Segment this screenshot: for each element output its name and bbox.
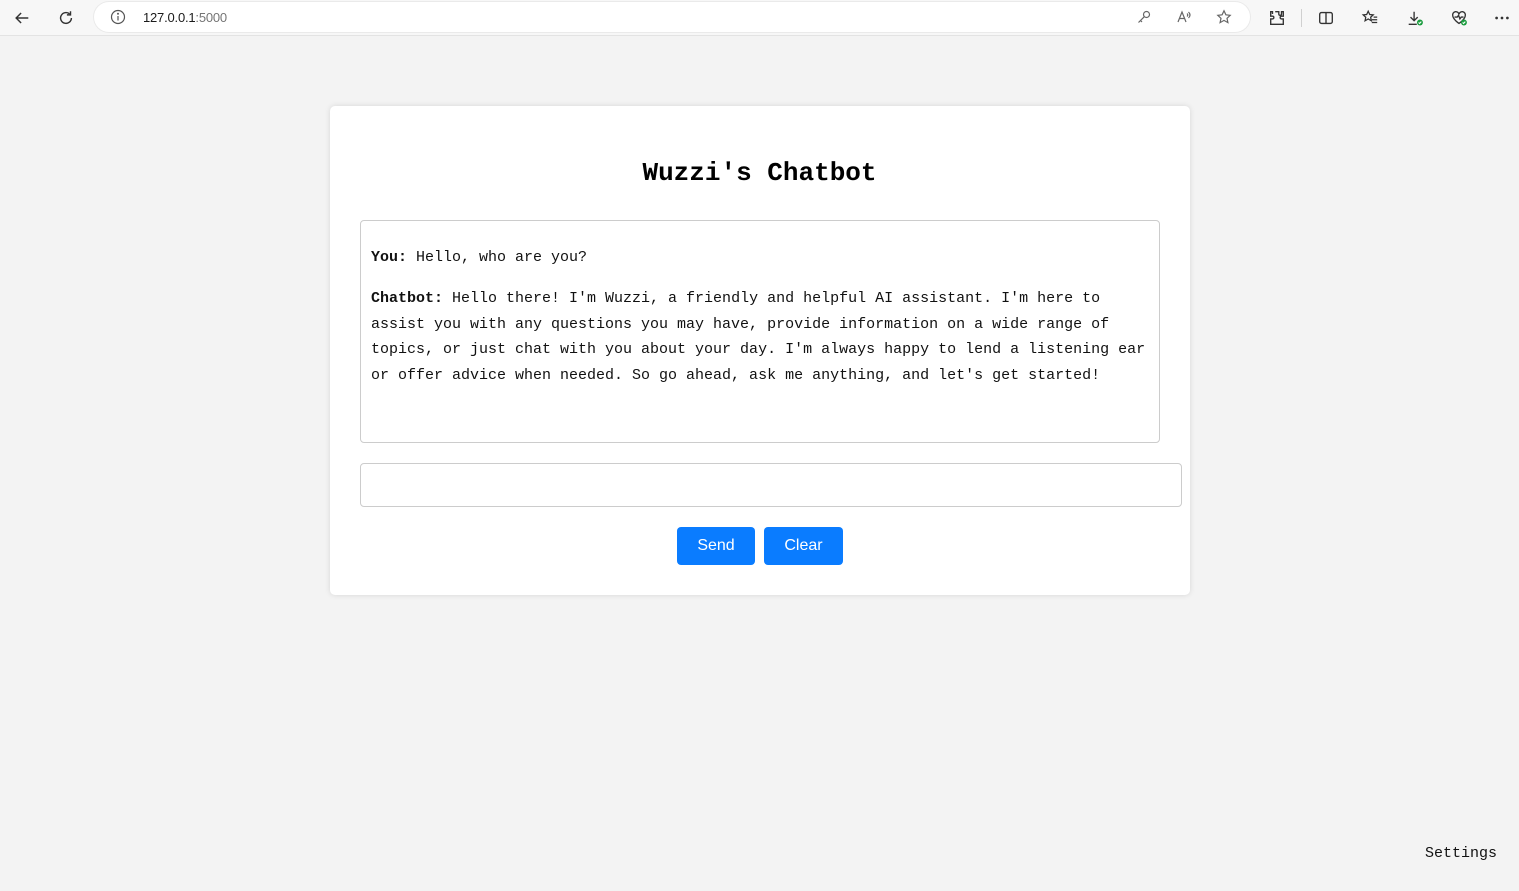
refresh-icon[interactable] xyxy=(54,6,78,30)
toolbar-divider xyxy=(1301,9,1302,27)
message-text: Hello there! I'm Wuzzi, a friendly and h… xyxy=(371,289,1146,385)
more-options-icon[interactable] xyxy=(1490,6,1514,30)
message-sender: You: xyxy=(371,249,408,266)
address-bar[interactable]: 127.0.0.1:5000 xyxy=(94,2,1250,32)
page-title: Wuzzi's Chatbot xyxy=(642,158,877,188)
url-text[interactable]: 127.0.0.1:5000 xyxy=(143,10,227,25)
read-aloud-icon[interactable] xyxy=(1174,7,1194,27)
browser-toolbar: 127.0.0.1:5000 xyxy=(0,0,1519,36)
chat-message-bot: Chatbot: Hello there! I'm Wuzzi, a frien… xyxy=(371,286,1149,389)
browser-essentials-icon[interactable] xyxy=(1447,6,1471,30)
site-info-icon[interactable] xyxy=(110,9,126,25)
send-button[interactable]: Send xyxy=(677,527,755,565)
message-text: Hello, who are you? xyxy=(407,249,588,266)
downloads-icon[interactable] xyxy=(1403,6,1427,30)
settings-link[interactable]: Settings xyxy=(1425,845,1497,862)
favorite-star-icon[interactable] xyxy=(1214,7,1234,27)
message-input[interactable] xyxy=(360,463,1182,507)
favorites-icon[interactable] xyxy=(1358,6,1382,30)
back-arrow-icon[interactable] xyxy=(10,6,34,30)
url-host: 127.0.0.1 xyxy=(143,10,196,25)
clear-button[interactable]: Clear xyxy=(764,527,843,565)
extensions-icon[interactable] xyxy=(1265,6,1289,30)
chat-log: You: Hello, who are you? Chatbot: Hello … xyxy=(360,220,1160,443)
url-port: :5000 xyxy=(195,10,227,25)
message-sender: Chatbot: xyxy=(371,289,444,307)
key-icon[interactable] xyxy=(1134,7,1154,27)
split-screen-icon[interactable] xyxy=(1314,6,1338,30)
chat-message-user: You: Hello, who are you? xyxy=(371,245,1149,271)
